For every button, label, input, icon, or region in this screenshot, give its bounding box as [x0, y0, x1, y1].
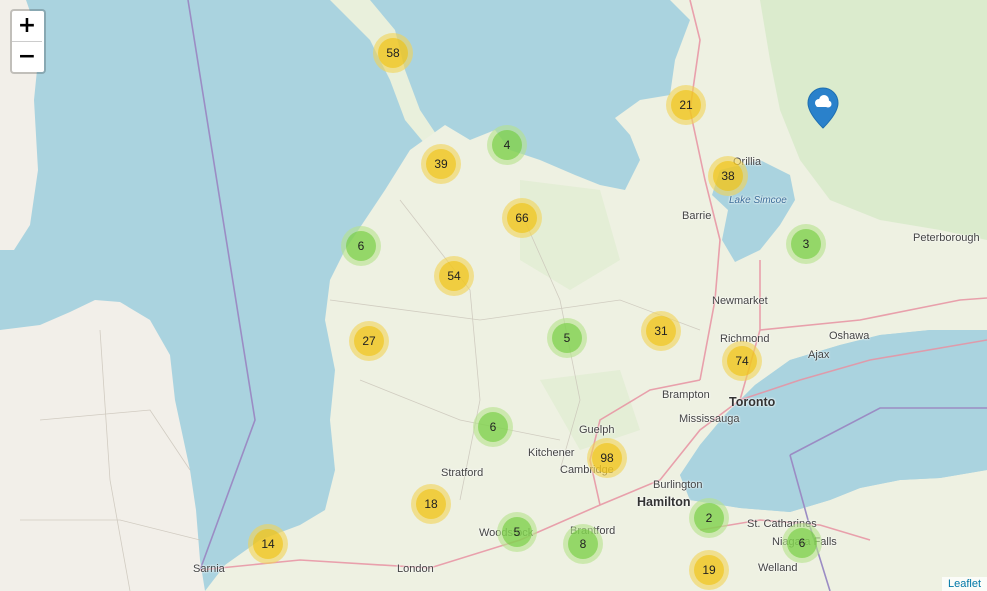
cluster-count: 3 — [791, 229, 821, 259]
marker-cluster[interactable]: 38 — [708, 156, 748, 196]
marker-cluster[interactable]: 54 — [434, 256, 474, 296]
cluster-count: 5 — [502, 517, 532, 547]
place-guelph: Guelph — [579, 424, 615, 436]
marker-cluster[interactable]: 5 — [497, 512, 537, 552]
cluster-count: 4 — [492, 130, 522, 160]
marker-cluster[interactable]: 8 — [563, 524, 603, 564]
place-newmarket: Newmarket — [712, 295, 768, 307]
cluster-count: 66 — [507, 203, 537, 233]
cluster-count: 98 — [592, 443, 622, 473]
place-kitchener: Kitchener — [528, 447, 575, 459]
marker-cluster[interactable]: 21 — [666, 85, 706, 125]
cluster-count: 54 — [439, 261, 469, 291]
place-lake-simcoe: Lake Simcoe — [729, 195, 787, 206]
cluster-count: 18 — [416, 489, 446, 519]
marker-cluster[interactable]: 58 — [373, 33, 413, 73]
marker-cluster[interactable]: 74 — [722, 341, 762, 381]
place-peterborough: Peterborough — [913, 232, 980, 244]
marker-cluster[interactable]: 3 — [786, 224, 826, 264]
marker-cluster[interactable]: 4 — [487, 125, 527, 165]
marker-cluster[interactable]: 66 — [502, 198, 542, 238]
marker-cluster[interactable]: 2 — [689, 498, 729, 538]
zoom-control: + − — [10, 9, 46, 74]
place-mississauga: Mississauga — [679, 413, 740, 425]
attribution-link[interactable]: Leaflet — [941, 577, 987, 591]
marker-cluster[interactable]: 39 — [421, 144, 461, 184]
cluster-count: 58 — [378, 38, 408, 68]
place-toronto: Toronto — [729, 395, 776, 409]
place-hamilton: Hamilton — [637, 495, 691, 509]
map-canvas[interactable]: Orillia Lake Simcoe Barrie Peterborough … — [0, 0, 987, 591]
cluster-count: 8 — [568, 529, 598, 559]
place-oshawa: Oshawa — [829, 330, 870, 342]
cluster-count: 21 — [671, 90, 701, 120]
place-barrie: Barrie — [682, 210, 712, 222]
marker-cluster[interactable]: 14 — [248, 524, 288, 564]
cluster-count: 19 — [694, 555, 724, 585]
place-ajax: Ajax — [808, 349, 830, 361]
cluster-count: 2 — [694, 503, 724, 533]
cluster-count: 5 — [552, 323, 582, 353]
zoom-out-button[interactable]: − — [12, 41, 42, 72]
place-welland: Welland — [758, 562, 798, 574]
place-burlington: Burlington — [653, 479, 703, 491]
cluster-count: 31 — [646, 316, 676, 346]
place-sarnia: Sarnia — [193, 563, 225, 575]
marker-cluster[interactable]: 6 — [782, 523, 822, 563]
map-pin-icon — [807, 87, 839, 129]
zoom-in-button[interactable]: + — [12, 11, 42, 41]
marker-cluster[interactable]: 31 — [641, 311, 681, 351]
cluster-count: 6 — [478, 412, 508, 442]
place-brampton: Brampton — [662, 389, 710, 401]
marker-cluster[interactable]: 18 — [411, 484, 451, 524]
marker-cluster[interactable]: 27 — [349, 321, 389, 361]
cluster-count: 27 — [354, 326, 384, 356]
cluster-count: 74 — [727, 346, 757, 376]
place-london: London — [397, 563, 434, 575]
marker-cluster[interactable]: 98 — [587, 438, 627, 478]
marker-cluster[interactable]: 6 — [473, 407, 513, 447]
marker-cluster[interactable]: 19 — [689, 550, 729, 590]
place-stratford: Stratford — [441, 467, 484, 479]
cluster-count: 6 — [346, 231, 376, 261]
cluster-count: 39 — [426, 149, 456, 179]
marker-cluster[interactable]: 6 — [341, 226, 381, 266]
cluster-count: 14 — [253, 529, 283, 559]
marker-cluster[interactable]: 5 — [547, 318, 587, 358]
weather-marker[interactable] — [807, 87, 839, 129]
cluster-count: 38 — [713, 161, 743, 191]
cluster-count: 6 — [787, 528, 817, 558]
